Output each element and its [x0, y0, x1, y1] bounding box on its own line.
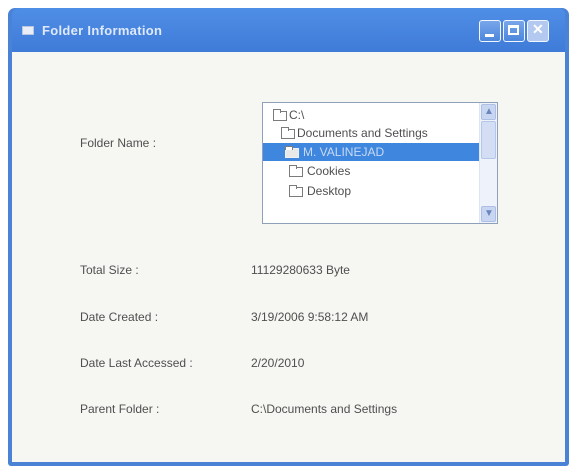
- parent-folder-value: C:\Documents and Settings: [251, 402, 398, 416]
- list-item[interactable]: Desktop: [263, 182, 479, 200]
- folder-tree-list[interactable]: C:\ Documents and Settings M. VALINEJAD …: [262, 102, 498, 224]
- list-scrollbar[interactable]: ▲ ▼: [479, 103, 497, 223]
- minimize-icon: [485, 34, 494, 37]
- chevron-down-icon: ▼: [484, 208, 494, 219]
- close-button[interactable]: ✕: [527, 20, 549, 42]
- app-window-icon[interactable]: [22, 26, 34, 35]
- open-folder-icon: [273, 109, 287, 121]
- minimize-button[interactable]: [479, 20, 501, 42]
- folder-information-window: Folder Information ✕ Folder Name : C:\ D…: [8, 8, 569, 466]
- parent-folder-label: Parent Folder :: [80, 402, 160, 416]
- folder-icon: [289, 185, 303, 197]
- title-bar[interactable]: Folder Information ✕: [12, 8, 565, 52]
- folder-name-label: Folder Name :: [80, 136, 157, 150]
- list-item-label: C:\: [289, 108, 305, 122]
- list-item-label: Desktop: [307, 184, 352, 198]
- list-item[interactable]: Documents and Settings: [263, 124, 479, 142]
- total-size-value: 11129280633 Byte: [251, 263, 350, 277]
- list-item-label: M. VALINEJAD: [303, 145, 385, 159]
- list-item[interactable]: Cookies: [263, 162, 479, 180]
- scroll-down-button[interactable]: ▼: [481, 206, 496, 222]
- date-created-label: Date Created :: [80, 310, 159, 324]
- maximize-icon: [508, 25, 519, 35]
- list-item[interactable]: C:\: [263, 106, 479, 124]
- window-title: Folder Information: [42, 23, 163, 38]
- scroll-up-button[interactable]: ▲: [481, 104, 496, 120]
- total-size-label: Total Size :: [80, 263, 139, 277]
- chevron-up-icon: ▲: [484, 106, 494, 117]
- date-last-accessed-label: Date Last Accessed :: [80, 356, 193, 370]
- scroll-thumb[interactable]: [481, 121, 496, 159]
- date-last-accessed-value: 2/20/2010: [251, 356, 305, 370]
- list-item-selected[interactable]: M. VALINEJAD: [263, 143, 481, 161]
- close-icon: ✕: [532, 21, 544, 37]
- list-item-label: Documents and Settings: [297, 126, 428, 140]
- maximize-button[interactable]: [503, 20, 525, 42]
- open-folder-icon: [281, 127, 295, 139]
- date-created-value: 3/19/2006 9:58:12 AM: [251, 310, 369, 324]
- client-area: Folder Name : C:\ Documents and Settings…: [12, 52, 565, 462]
- open-folder-icon: [285, 146, 299, 158]
- list-item-label: Cookies: [307, 164, 351, 178]
- folder-icon: [289, 165, 303, 177]
